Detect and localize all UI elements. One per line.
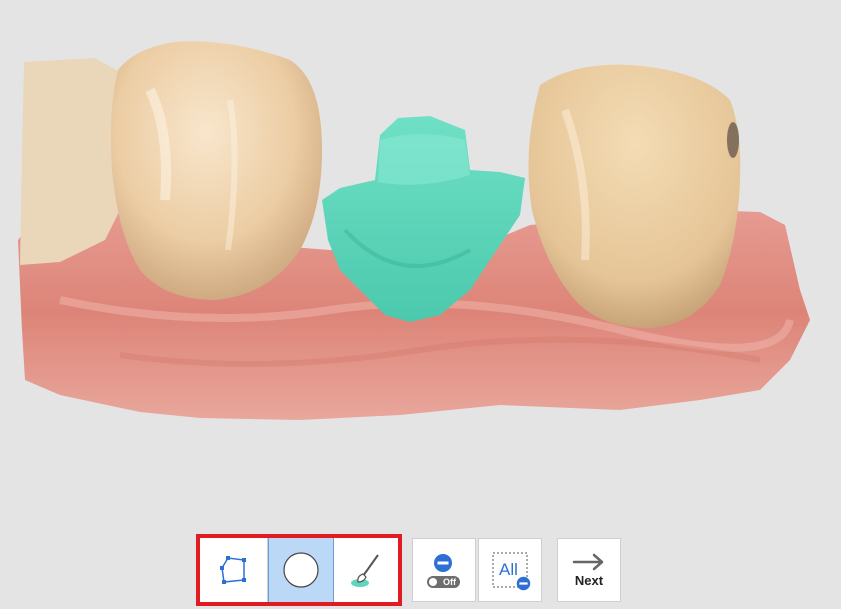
minus-circle-icon (434, 554, 452, 572)
arrow-right-icon (572, 553, 604, 570)
3d-model-viewport[interactable] (0, 0, 841, 500)
deselect-toggle-button[interactable]: Off (412, 538, 476, 602)
dental-scan-model (18, 41, 810, 420)
minus-circle-icon (516, 576, 531, 591)
circle-select-tool[interactable] (268, 538, 334, 602)
left-molar (110, 41, 322, 301)
brush-select-tool[interactable] (334, 538, 398, 602)
next-button[interactable]: Next (557, 538, 621, 602)
selection-tool-group (196, 534, 402, 606)
next-label: Next (574, 572, 604, 588)
deselect-all-button[interactable]: All (478, 538, 542, 602)
polygon-select-tool[interactable] (200, 538, 268, 602)
brush-select-icon (351, 554, 379, 587)
polygon-select-icon (219, 556, 246, 584)
circle-select-icon (283, 552, 319, 588)
toggle-off-badge: Off (427, 576, 460, 588)
